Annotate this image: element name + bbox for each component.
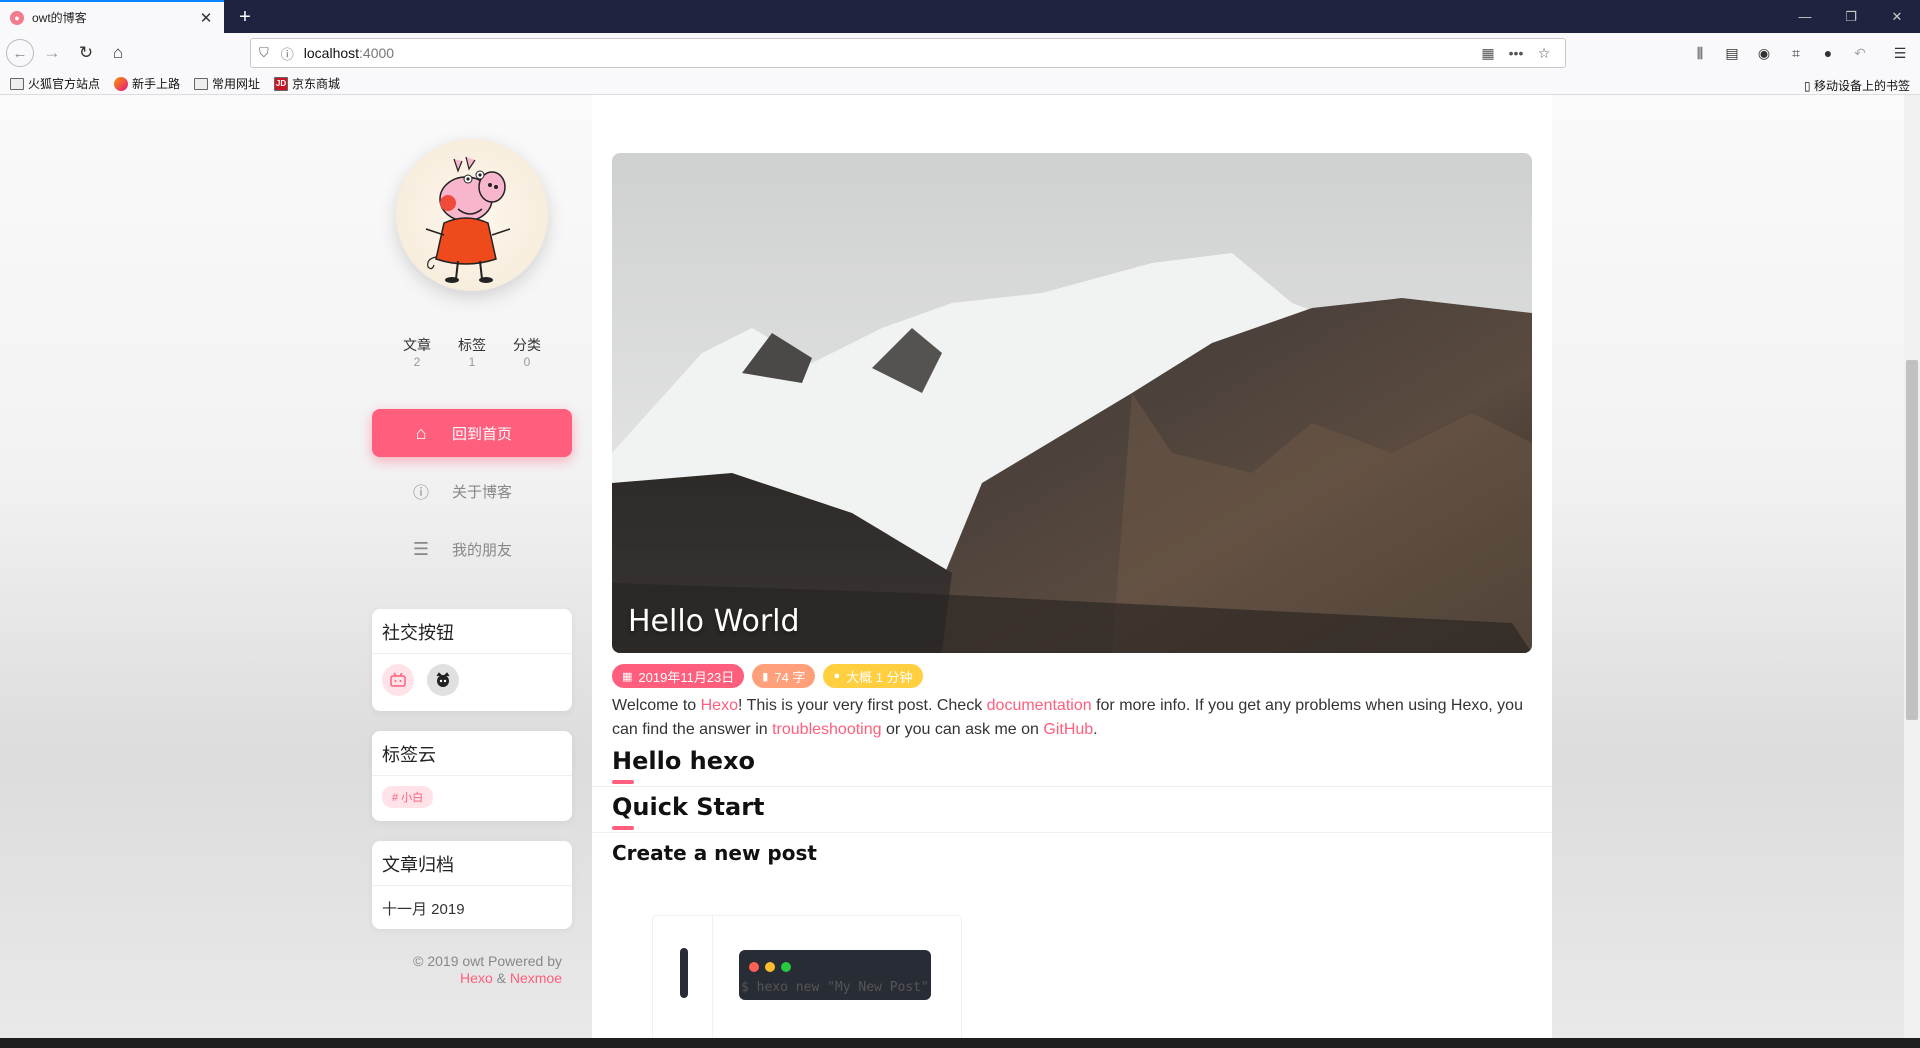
date-badge: ▦ 2019年11月23日: [612, 664, 745, 688]
close-window-icon[interactable]: ✕: [1874, 0, 1920, 33]
info-icon[interactable]: ⓘ: [281, 44, 294, 63]
archive-widget: 文章归档 十一月 2019: [372, 841, 572, 929]
archive-widget-title: 文章归档: [372, 841, 572, 886]
mobile-bookmarks[interactable]: ▯ 移动设备上的书签: [1804, 77, 1910, 94]
post-intro: Welcome to Hexo! This is your very first…: [612, 697, 1523, 738]
library-icon[interactable]: ⫼: [1686, 39, 1714, 67]
page-actions-icon[interactable]: •••: [1503, 39, 1529, 67]
heading-underline: [612, 780, 634, 784]
list-icon: ☰: [412, 538, 430, 559]
word-count-badge: ▮ 74 字: [752, 664, 816, 688]
social-widget: 社交按钮: [372, 609, 572, 711]
home-button[interactable]: ⌂: [104, 39, 132, 67]
undo-icon[interactable]: ↶: [1846, 39, 1874, 67]
code-command: $ hexo new "My New Post": [741, 980, 929, 995]
documentation-link[interactable]: documentation: [987, 697, 1092, 714]
post-cover: Hello World: [612, 153, 1532, 653]
yellow-dot-icon: [765, 962, 775, 972]
stat-posts[interactable]: 文章 2: [392, 335, 442, 369]
peppa-pig-avatar-image: [425, 156, 511, 283]
reload-button[interactable]: ↻: [72, 39, 100, 67]
post-content: Hello World ▦ 2019年11月23日 ▮ 74 字 ● 大概 1 分钟 …: [592, 95, 1552, 1038]
hexo-link[interactable]: Hexo: [460, 970, 493, 986]
bookmark-star-icon[interactable]: ☆: [1531, 39, 1557, 67]
bookmark-item[interactable]: 常用网址: [194, 75, 260, 92]
read-time-badge: ● 大概 1 分钟: [823, 664, 923, 688]
home-icon: ⌂: [415, 422, 427, 443]
bookmarks-toolbar: 火狐官方站点 新手上路 常用网址 JD 京东商城 ▯ 移动设备上的书签: [0, 73, 1920, 95]
red-dot-icon: [749, 962, 759, 972]
social-widget-title: 社交按钮: [372, 609, 572, 654]
github-link[interactable]: GitHub: [1043, 721, 1093, 738]
green-dot-icon: [781, 962, 791, 972]
folder-icon: [10, 77, 24, 90]
bookmark-item[interactable]: 新手上路: [114, 75, 180, 92]
archive-item[interactable]: 十一月 2019: [372, 886, 572, 931]
restore-icon[interactable]: ❐: [1828, 0, 1874, 33]
avatar[interactable]: [396, 139, 548, 291]
stat-categories[interactable]: 分类 0: [502, 335, 552, 369]
jd-icon: JD: [274, 76, 289, 91]
sidebar-icon[interactable]: ▤: [1718, 39, 1746, 67]
troubleshooting-link[interactable]: troubleshooting: [772, 721, 881, 738]
close-tab-icon[interactable]: ✕: [198, 9, 214, 27]
heading-quick-start: Quick Start: [612, 793, 765, 821]
navigation-toolbar: ← → ↻ ⌂ ⛉ ⓘ localhost:4000 ▦ ••• ☆ ⫼ ▤ ◉…: [0, 33, 1920, 73]
page-viewport: 文章2 标签1 分类0 ⌂ 回到首页 ⓘ 关于博客 ☰ 我的朋友 社交按钮: [0, 95, 1904, 1038]
post-meta: ▦ 2019年11月23日 ▮ 74 字 ● 大概 1 分钟: [612, 664, 931, 688]
bookmark-item[interactable]: 火狐官方站点: [10, 75, 100, 92]
scrollbar-thumb[interactable]: [1906, 360, 1918, 720]
tagcloud-widget: 标签云 # 小白: [372, 731, 572, 821]
tag-chip[interactable]: # 小白: [382, 786, 434, 808]
forward-button[interactable]: →: [38, 39, 66, 67]
chat-icon[interactable]: ●: [1814, 39, 1842, 67]
back-button[interactable]: ←: [6, 39, 34, 67]
info-icon: ⓘ: [412, 485, 429, 502]
heading-hello-hexo: Hello hexo: [612, 747, 755, 775]
menu-item-home[interactable]: ⌂ 回到首页: [372, 409, 572, 457]
screenshot-icon[interactable]: ⌗: [1782, 39, 1810, 67]
hexo-link[interactable]: Hexo: [701, 697, 738, 714]
shield-icon[interactable]: ⛉: [259, 45, 269, 61]
divider: [592, 832, 1552, 833]
blog-stats: 文章 2 标签 1 分类 0: [392, 335, 552, 369]
favicon-icon: ●: [10, 10, 24, 25]
url-text[interactable]: localhost:4000: [304, 45, 394, 61]
url-bar[interactable]: ⛉ ⓘ localhost:4000 ▦ ••• ☆: [250, 38, 1566, 68]
terminal-window: $ hexo new "My New Post": [739, 950, 931, 1000]
qr-code-icon[interactable]: ▦: [1475, 39, 1501, 67]
code-block: $ hexo new "My New Post": [652, 915, 962, 1038]
menu-item-about[interactable]: ⓘ 关于博客: [372, 467, 572, 515]
calendar-icon: ▦: [622, 670, 633, 683]
new-tab-button[interactable]: +: [232, 4, 258, 30]
post-title[interactable]: Hello World: [628, 604, 800, 639]
github-icon[interactable]: [427, 664, 459, 696]
firefox-icon: [114, 76, 129, 91]
bookmark-item[interactable]: JD 京东商城: [274, 75, 340, 92]
code-gutter: [653, 916, 713, 1038]
mountain-cover-image: [612, 153, 1532, 653]
active-tab[interactable]: ● owt的博客 ✕: [0, 0, 224, 33]
account-icon[interactable]: ◉: [1750, 39, 1778, 67]
chart-icon: ▮: [762, 670, 769, 683]
clock-icon: ●: [833, 670, 841, 682]
bilibili-icon[interactable]: [382, 664, 414, 696]
folder-icon: [194, 77, 209, 90]
minimize-icon[interactable]: —: [1782, 0, 1828, 33]
nexmoe-link[interactable]: Nexmoe: [510, 970, 562, 986]
menu-icon[interactable]: ☰: [1886, 39, 1914, 67]
heading-create-post: Create a new post: [612, 841, 817, 865]
menu-item-friends[interactable]: ☰ 我的朋友: [372, 525, 572, 573]
heading-underline: [612, 826, 634, 830]
tab-title: owt的博客: [32, 11, 87, 25]
stat-tags[interactable]: 标签 1: [447, 335, 497, 369]
tab-strip: ● owt的博客 ✕ + — ❐ ✕: [0, 0, 1920, 33]
tagcloud-widget-title: 标签云: [372, 731, 572, 776]
taskbar: [0, 1038, 1920, 1048]
divider: [592, 786, 1552, 787]
footer-copyright: © 2019 owt Powered by Hexo & Nexmoe: [413, 953, 562, 986]
